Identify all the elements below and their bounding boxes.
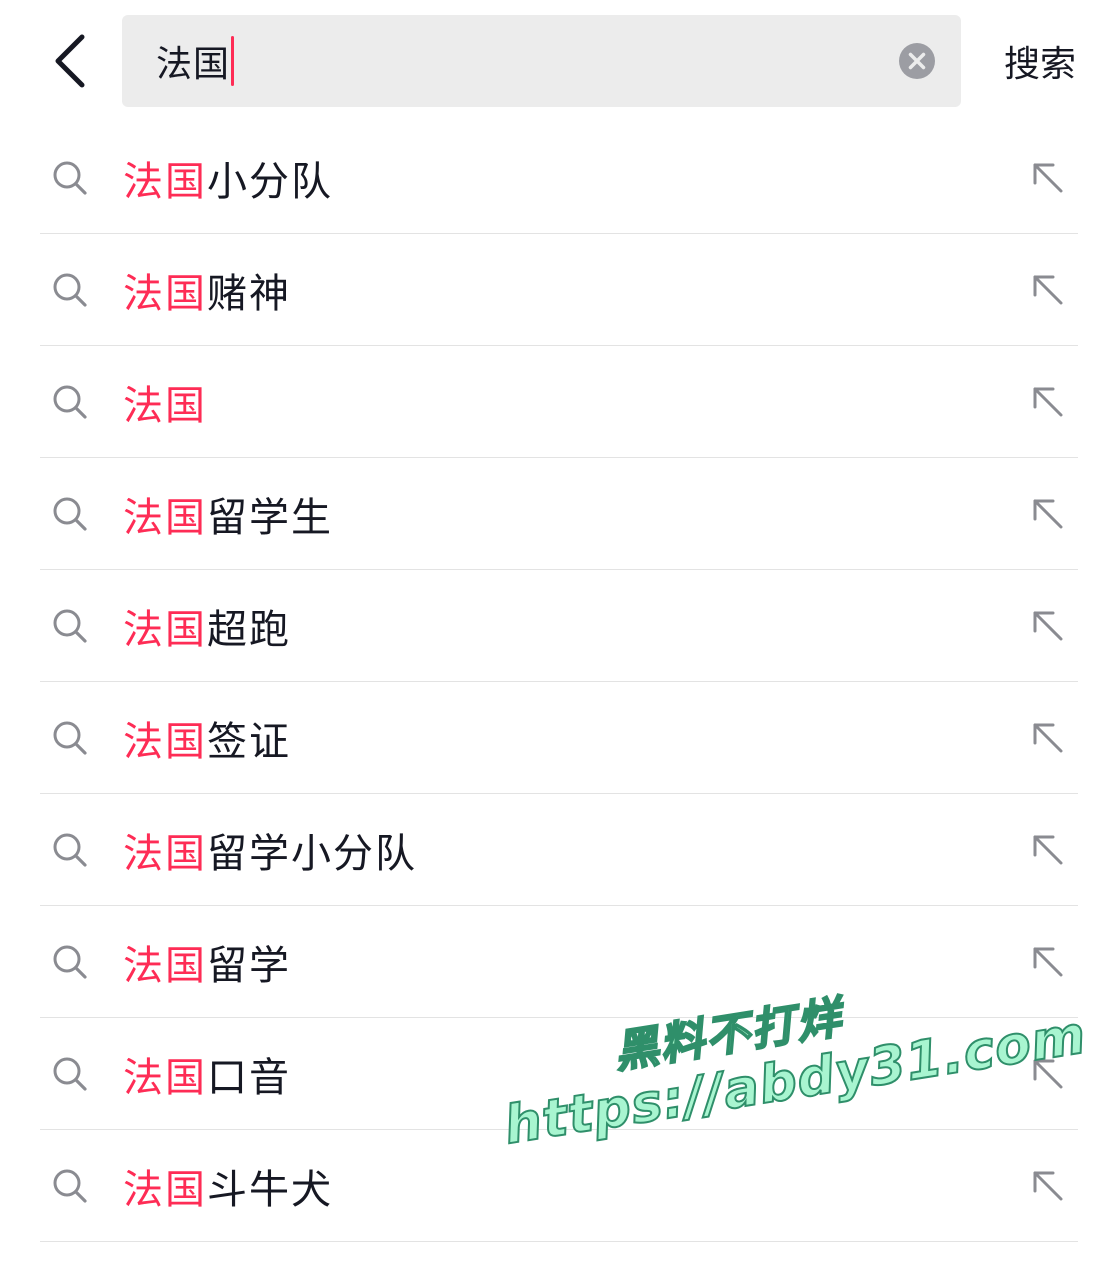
suggestion-text: 法国 口音 bbox=[123, 1018, 291, 1129]
search-icon bbox=[53, 1057, 87, 1091]
arrow-up-left-icon bbox=[1033, 835, 1063, 865]
search-input[interactable]: 法国 bbox=[122, 15, 961, 107]
search-icon bbox=[53, 273, 87, 307]
suggestion-highlight: 法国 bbox=[123, 494, 207, 541]
suggestion-highlight: 法国 bbox=[123, 718, 207, 765]
suggestion-highlight: 法国 bbox=[123, 1054, 207, 1101]
search-icon bbox=[53, 1169, 87, 1203]
search-icon bbox=[53, 721, 87, 755]
clear-circle-icon bbox=[899, 43, 935, 79]
suggestion-text: 法国 留学 bbox=[123, 906, 291, 1017]
suggestion-item[interactable]: 法国 超跑 bbox=[40, 570, 1078, 682]
fill-query-button[interactable] bbox=[1028, 1166, 1068, 1206]
search-icon bbox=[53, 385, 87, 419]
suggestion-rest: 留学 bbox=[207, 942, 291, 989]
suggestion-item[interactable]: 法国 赌神 bbox=[40, 234, 1078, 346]
fill-query-button[interactable] bbox=[1028, 494, 1068, 534]
suggestion-text: 法国 留学小分队 bbox=[123, 794, 417, 905]
suggestion-rest: 超跑 bbox=[207, 606, 291, 653]
suggestion-list: 法国 小分队 法国 赌神 法国 法国 留学生 法国 超跑 法国 签证 法国 留学小分队 法国 留学 法国 口音法… bbox=[40, 122, 1078, 1242]
suggestion-text: 法国 赌神 bbox=[123, 234, 291, 345]
search-icon bbox=[53, 833, 87, 867]
suggestion-rest: 斗牛犬 bbox=[207, 1166, 333, 1213]
suggestion-item[interactable]: 法国 bbox=[40, 346, 1078, 458]
suggestion-highlight: 法国 bbox=[123, 1166, 207, 1213]
suggestion-highlight: 法国 bbox=[123, 382, 207, 429]
suggestion-highlight: 法国 bbox=[123, 942, 207, 989]
search-query-text: 法国 bbox=[156, 44, 231, 85]
suggestion-item[interactable]: 法国 留学生 bbox=[40, 458, 1078, 570]
fill-query-button[interactable] bbox=[1028, 606, 1068, 646]
suggestion-highlight: 法国 bbox=[123, 830, 207, 877]
arrow-up-left-icon bbox=[1033, 1059, 1063, 1089]
search-header: 法国 搜索 bbox=[0, 0, 1118, 122]
suggestion-rest: 留学生 bbox=[207, 494, 333, 541]
search-button[interactable]: 搜索 bbox=[990, 28, 1090, 94]
clear-search-button[interactable] bbox=[899, 43, 935, 79]
arrow-up-left-icon bbox=[1033, 163, 1063, 193]
arrow-up-left-icon bbox=[1033, 387, 1063, 417]
search-icon bbox=[53, 161, 87, 195]
arrow-up-left-icon bbox=[1033, 947, 1063, 977]
chevron-left-icon bbox=[55, 34, 85, 88]
back-button[interactable] bbox=[40, 28, 100, 94]
suggestion-rest: 小分队 bbox=[207, 158, 333, 205]
search-suggestion-page: 法国 搜索 法国 小分队 法国 赌神 法国 法国 留学生 法国 超跑 法国 签证 法国 留学小分队 法国留… bbox=[0, 0, 1118, 1280]
arrow-up-left-icon bbox=[1033, 611, 1063, 641]
suggestion-item[interactable]: 法国 斗牛犬 bbox=[40, 1130, 1078, 1242]
suggestion-text: 法国 超跑 bbox=[123, 570, 291, 681]
suggestion-item[interactable]: 法国 小分队 bbox=[40, 122, 1078, 234]
suggestion-item[interactable]: 法国 口音 bbox=[40, 1018, 1078, 1130]
arrow-up-left-icon bbox=[1033, 499, 1063, 529]
fill-query-button[interactable] bbox=[1028, 1054, 1068, 1094]
suggestion-text: 法国 bbox=[123, 346, 207, 457]
suggestion-item[interactable]: 法国 留学小分队 bbox=[40, 794, 1078, 906]
fill-query-button[interactable] bbox=[1028, 270, 1068, 310]
suggestion-highlight: 法国 bbox=[123, 158, 207, 205]
fill-query-button[interactable] bbox=[1028, 830, 1068, 870]
text-caret bbox=[231, 36, 235, 86]
arrow-up-left-icon bbox=[1033, 275, 1063, 305]
fill-query-button[interactable] bbox=[1028, 942, 1068, 982]
arrow-up-left-icon bbox=[1033, 1171, 1063, 1201]
suggestion-text: 法国 留学生 bbox=[123, 458, 333, 569]
suggestion-rest: 留学小分队 bbox=[207, 830, 417, 877]
fill-query-button[interactable] bbox=[1028, 158, 1068, 198]
arrow-up-left-icon bbox=[1033, 723, 1063, 753]
suggestion-text: 法国 斗牛犬 bbox=[123, 1130, 333, 1241]
suggestion-rest: 签证 bbox=[207, 718, 291, 765]
search-input-value[interactable]: 法国 bbox=[156, 15, 235, 107]
suggestion-item[interactable]: 法国 留学 bbox=[40, 906, 1078, 1018]
suggestion-item[interactable]: 法国 签证 bbox=[40, 682, 1078, 794]
search-icon bbox=[53, 945, 87, 979]
suggestion-text: 法国 小分队 bbox=[123, 122, 333, 233]
fill-query-button[interactable] bbox=[1028, 718, 1068, 758]
search-icon bbox=[53, 497, 87, 531]
fill-query-button[interactable] bbox=[1028, 382, 1068, 422]
search-icon bbox=[53, 609, 87, 643]
suggestion-rest: 赌神 bbox=[207, 270, 291, 317]
suggestion-highlight: 法国 bbox=[123, 606, 207, 653]
suggestion-rest: 口音 bbox=[207, 1054, 291, 1101]
suggestion-highlight: 法国 bbox=[123, 270, 207, 317]
suggestion-text: 法国 签证 bbox=[123, 682, 291, 793]
